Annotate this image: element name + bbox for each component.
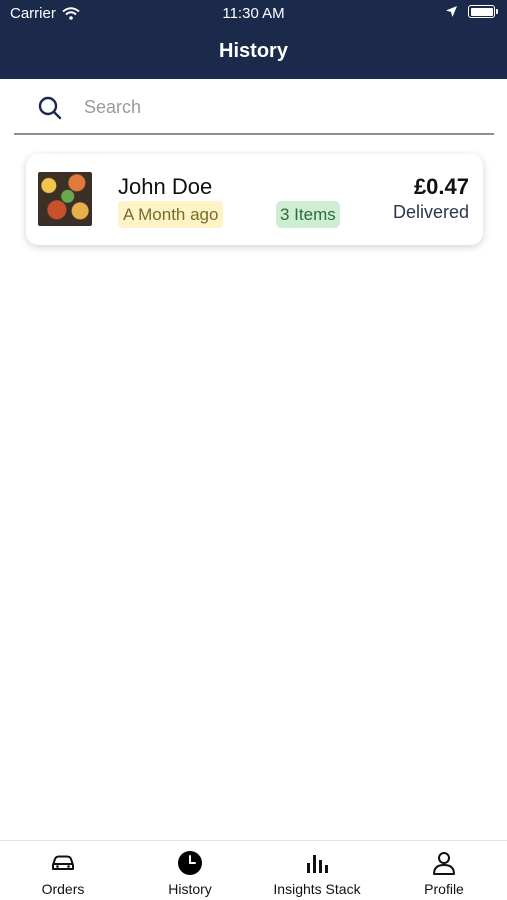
time-ago-badge: A Month ago bbox=[118, 201, 224, 228]
top-bar: Carrier 11:30 AM History bbox=[0, 0, 507, 79]
customer-name: John Doe bbox=[118, 174, 213, 199]
battery-icon bbox=[468, 5, 498, 18]
location-arrow-icon bbox=[446, 6, 457, 17]
food-thumbnail bbox=[38, 172, 92, 226]
page-title: History bbox=[219, 40, 288, 62]
clock-icon bbox=[178, 851, 202, 875]
car-icon bbox=[52, 855, 74, 870]
bar-chart-icon bbox=[307, 855, 328, 873]
status-bar: Carrier 11:30 AM bbox=[0, 0, 507, 28]
clock-time: 11:30 AM bbox=[222, 5, 285, 22]
order-price: £0.47 bbox=[413, 174, 469, 199]
tab-orders[interactable]: Orders bbox=[0, 841, 126, 900]
tab-insights-stack[interactable]: Insights Stack bbox=[254, 841, 380, 900]
tab-label: Insights Stack bbox=[273, 881, 361, 897]
tab-label: History bbox=[168, 881, 212, 897]
tab-label: Profile bbox=[424, 881, 464, 897]
search-bar bbox=[14, 80, 494, 135]
search-input[interactable] bbox=[84, 92, 464, 122]
tab-bar: Orders History Insights Stack Profile bbox=[0, 840, 507, 900]
search-icon[interactable] bbox=[38, 96, 62, 120]
person-icon bbox=[433, 852, 455, 875]
order-status: Delivered bbox=[392, 202, 469, 222]
tab-label: Orders bbox=[41, 881, 85, 897]
tab-profile[interactable]: Profile bbox=[381, 841, 507, 900]
tab-history[interactable]: History bbox=[127, 841, 253, 900]
status-right bbox=[445, 5, 498, 18]
order-card[interactable]: John Doe A Month ago 3 Items £0.47 Deliv… bbox=[26, 154, 483, 245]
items-count-badge: 3 Items bbox=[276, 201, 340, 228]
